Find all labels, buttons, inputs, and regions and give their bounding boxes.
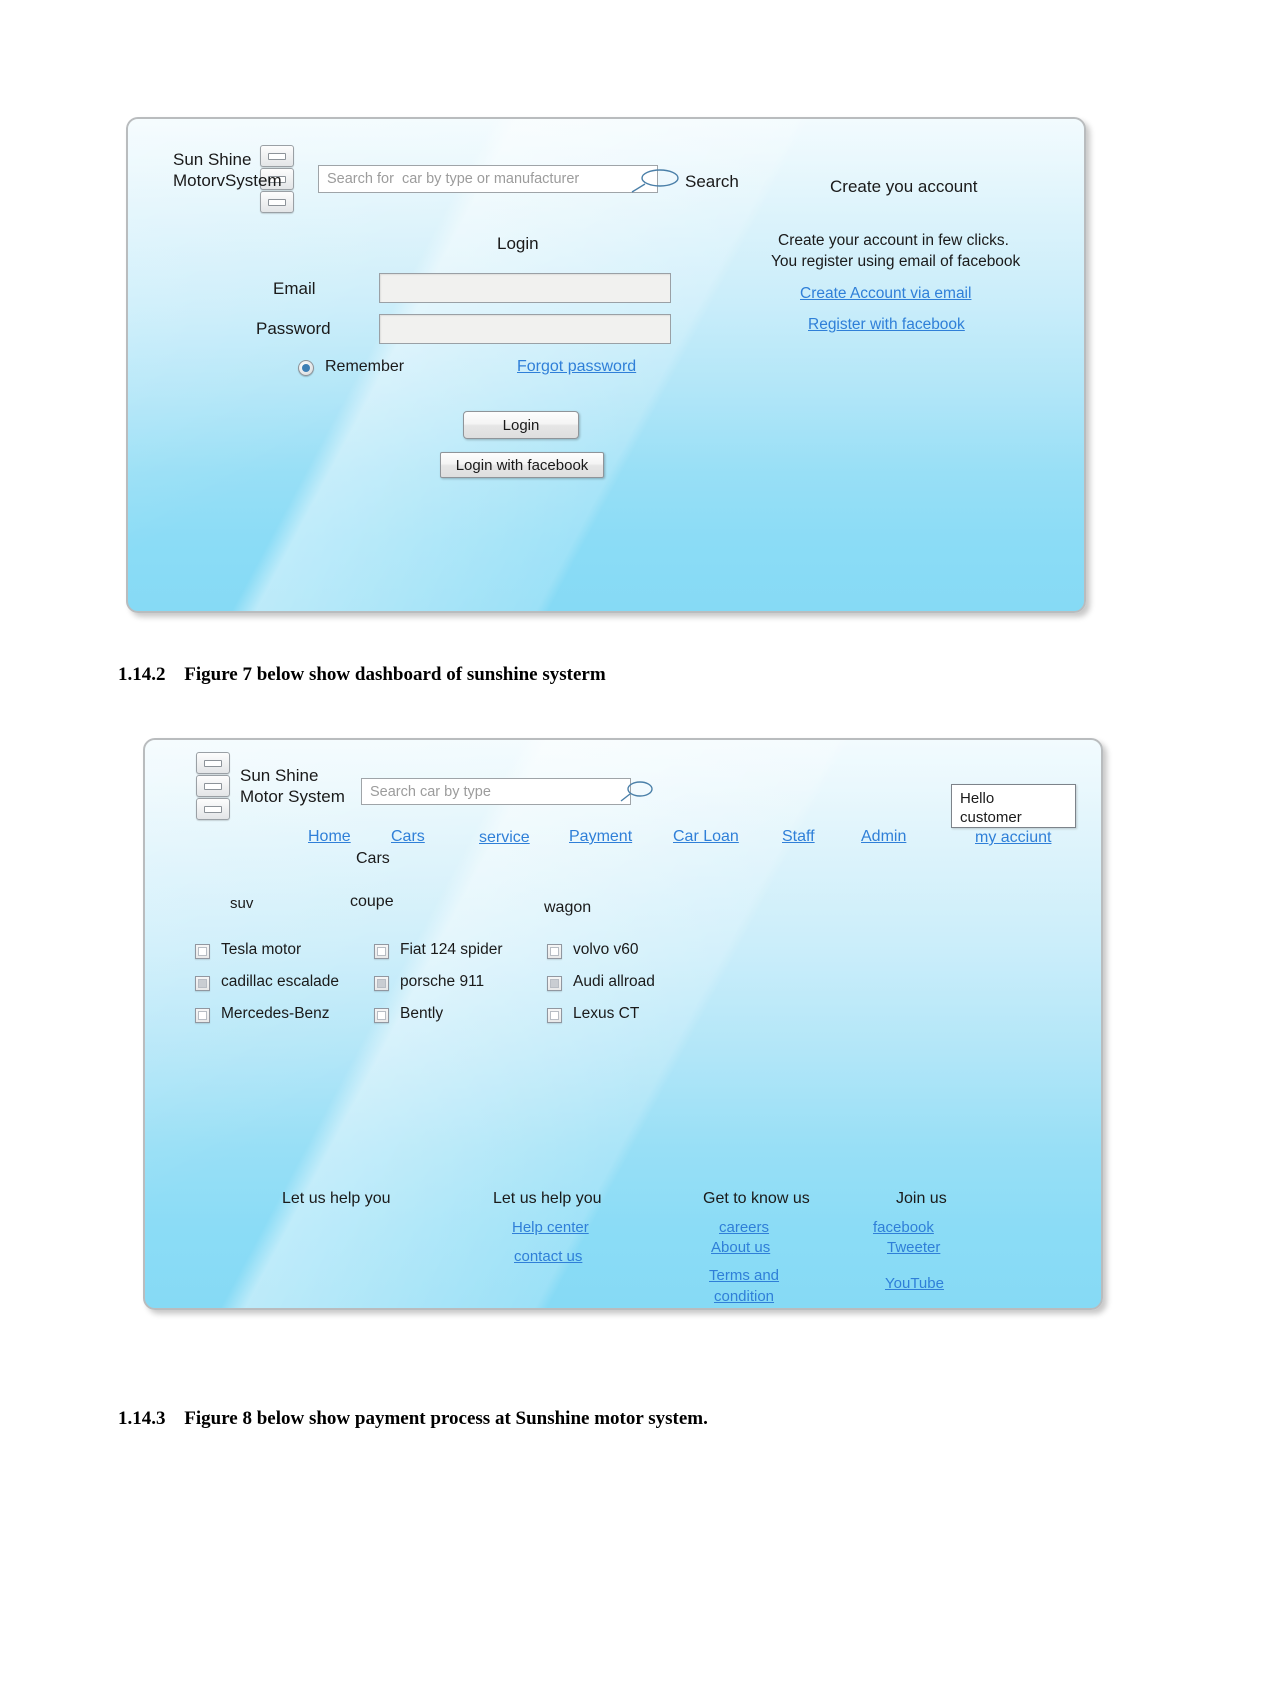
logo-box-icon [196,798,230,820]
caption-figure-7: 1.14.2 Figure 7 below show dashboard of … [118,664,606,686]
checkbox-mercedes-benz[interactable] [195,1008,210,1023]
nav-link-car-loan[interactable]: Car Loan [673,828,739,846]
footer-link-contact-us[interactable]: contact us [514,1248,582,1265]
password-input[interactable] [380,315,670,343]
car-label-fiat-124-spider: Fiat 124 spider [400,941,503,958]
remember-radio[interactable] [298,360,314,376]
footer-heading-4: Join us [896,1190,947,1207]
nav-link-admin[interactable]: Admin [861,828,906,846]
nav-link-home[interactable]: Home [308,828,351,846]
checkbox-tesla-motor[interactable] [195,944,210,959]
register-heading: Create you account [830,177,978,196]
category-heading-wagon: wagon [544,899,592,916]
checkbox-volvo-v60[interactable] [547,944,562,959]
logo-box-icon [260,191,294,213]
car-label-mercedes-benz: Mercedes-Benz [221,1005,330,1022]
login-button[interactable]: Login [463,411,579,439]
forgot-password-link[interactable]: Forgot password [517,358,636,376]
car-label-volvo-v60: volvo v60 [573,941,639,958]
register-with-facebook-link[interactable]: Register with facebook [808,316,965,334]
logo-box-icon [196,775,230,797]
checkbox-cadillac-escalade[interactable] [195,976,210,991]
caption-figure-8: 1.14.3 Figure 8 below show payment proce… [118,1408,708,1430]
dashboard-mockup-window: Sun Shine Motor System Hello customer Ho… [143,738,1103,1310]
checkbox-bently[interactable] [374,1008,389,1023]
checkbox-porsche-911[interactable] [374,976,389,991]
checkbox-lexus-ct[interactable] [547,1008,562,1023]
search-field-wrapper [318,165,658,193]
nav-link-service[interactable]: service [479,829,530,847]
logo-box-icon [196,752,230,774]
email-label: Email [273,279,316,298]
footer-link-facebook[interactable]: facebook [873,1219,934,1236]
nav-link-payment[interactable]: Payment [569,828,632,846]
section-title-cars: Cars [356,850,390,867]
login-mockup-window: Sun Shine MotorvSystem Search Create you… [126,117,1086,613]
car-label-tesla-motor: Tesla motor [221,941,302,958]
password-label: Password [256,319,331,338]
login-with-facebook-button[interactable]: Login with facebook [440,452,604,478]
checkbox-audi-allroad[interactable] [547,976,562,991]
create-account-via-email-link[interactable]: Create Account via email [800,285,971,303]
nav-link-my-account[interactable]: my acciunt [975,829,1051,847]
caption-text: Figure 8 below show payment process at S… [184,1408,708,1429]
category-heading-coupe: coupe [350,893,394,910]
nav-link-staff[interactable]: Staff [782,828,815,846]
car-label-audi-allroad: Audi allroad [573,973,655,990]
checkbox-fiat-124-spider[interactable] [374,944,389,959]
footer-heading-1: Let us help you [282,1190,391,1207]
car-label-cadillac-escalade: cadillac escalade [221,973,340,990]
email-input[interactable] [380,274,670,302]
search-field-wrapper [361,778,631,805]
footer-link-terms-and-condition[interactable]: Terms and condition [709,1265,779,1307]
search-input[interactable] [318,165,658,193]
footer-link-help-center[interactable]: Help center [512,1219,589,1236]
caption-number: 1.14.3 [118,1408,166,1429]
nav-link-cars[interactable]: Cars [391,828,425,846]
register-blurb-line2: You register using email of facebook [771,253,1021,270]
search-input[interactable] [361,778,631,805]
footer-link-youtube[interactable]: YouTube [885,1275,944,1292]
caption-number: 1.14.2 [118,664,166,685]
category-heading-suv: suv [230,895,254,912]
footer-heading-2: Let us help you [493,1190,602,1207]
footer-link-tweeter[interactable]: Tweeter [887,1239,940,1256]
logo-stack-icon [196,752,230,820]
car-label-porsche-911: porsche 911 [400,973,485,990]
register-blurb-line1: Create your account in few clicks. [778,232,1009,249]
footer-link-careers[interactable]: careers [719,1219,769,1236]
brand-title: Sun Shine MotorvSystem [173,150,282,190]
caption-text: Figure 7 below show dashboard of sunshin… [184,664,606,685]
email-field[interactable] [379,273,671,303]
login-form-title: Login [497,234,539,253]
search-button-label[interactable]: Search [685,172,739,192]
greeting-box: Hello customer [951,784,1076,828]
footer-link-about-us[interactable]: About us [711,1239,770,1256]
remember-label: Remember [325,358,405,375]
password-field[interactable] [379,314,671,344]
footer-heading-3: Get to know us [703,1190,810,1207]
car-label-bently: Bently [400,1005,444,1022]
car-label-lexus-ct: Lexus CT [573,1005,640,1022]
